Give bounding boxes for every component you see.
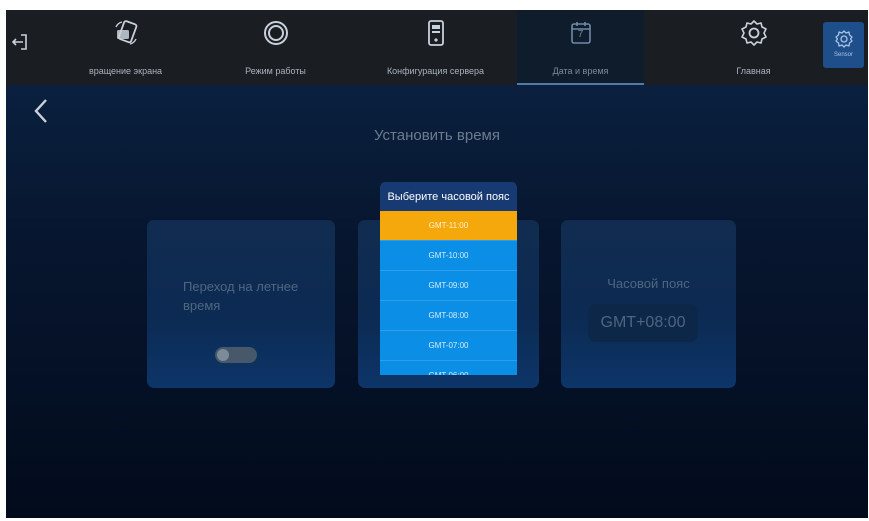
timezone-option[interactable]: GMT-09:00 — [380, 271, 517, 301]
timezone-option[interactable]: GMT-08:00 — [380, 301, 517, 331]
exit-button[interactable] — [8, 30, 32, 54]
timezone-option[interactable]: GMT-07:00 — [380, 331, 517, 361]
sensor-label: Sensor — [833, 52, 853, 58]
app-screen: вращение экрана Режим работы Конфигураци… — [6, 10, 868, 518]
screen-rotation-icon — [111, 18, 141, 48]
server-config-icon — [421, 18, 451, 48]
tab-label: Конфигурация сервера — [386, 66, 485, 76]
timezone-value[interactable]: GMT+08:00 — [588, 304, 698, 342]
toggle-knob — [217, 349, 229, 361]
timezone-dropdown: Выберите часовой пояс GMT-11:00 GMT-10:0… — [380, 182, 517, 375]
tab-date-time[interactable]: 7 Дата и время — [517, 10, 644, 85]
timezone-label: Часовой пояс — [607, 276, 690, 291]
tab-main[interactable]: Главная — [696, 10, 811, 85]
tab-server-config[interactable]: Конфигурация сервера — [373, 10, 498, 85]
tab-work-mode[interactable]: Режим работы — [218, 10, 333, 85]
timezone-card[interactable]: Часовой пояс GMT+08:00 — [561, 220, 736, 388]
chevron-left-icon — [34, 99, 47, 123]
dst-toggle[interactable] — [215, 347, 257, 363]
dst-label: Переход на летнее время — [183, 279, 299, 313]
tab-screen-rotation[interactable]: вращение экрана — [68, 10, 183, 85]
gear-icon — [739, 18, 769, 48]
tab-label: Главная — [736, 66, 771, 76]
timezone-option[interactable]: GMT-10:00 — [380, 241, 517, 271]
tab-label: Режим работы — [245, 66, 306, 76]
exit-icon — [11, 34, 27, 50]
calendar-icon: 7 — [566, 18, 596, 48]
timezone-option[interactable]: GMT-06:00 — [380, 361, 517, 375]
calendar-day: 7 — [577, 29, 584, 40]
dst-card: Переход на летнее время — [147, 220, 335, 388]
tab-label: вращение экрана — [88, 66, 163, 76]
timezone-option[interactable]: GMT-11:00 — [380, 211, 517, 241]
dropdown-header: Выберите часовой пояс — [380, 182, 517, 211]
page-title: Установить время — [374, 127, 500, 144]
active-tab-indicator — [517, 83, 644, 85]
work-mode-icon — [261, 18, 291, 48]
tab-label: Дата и время — [552, 66, 609, 76]
sensor-gear-icon — [834, 30, 853, 48]
sensor-button[interactable]: Sensor — [823, 22, 864, 68]
back-button[interactable] — [30, 96, 54, 126]
top-navigation-bar: вращение экрана Режим работы Конфигураци… — [6, 10, 868, 85]
